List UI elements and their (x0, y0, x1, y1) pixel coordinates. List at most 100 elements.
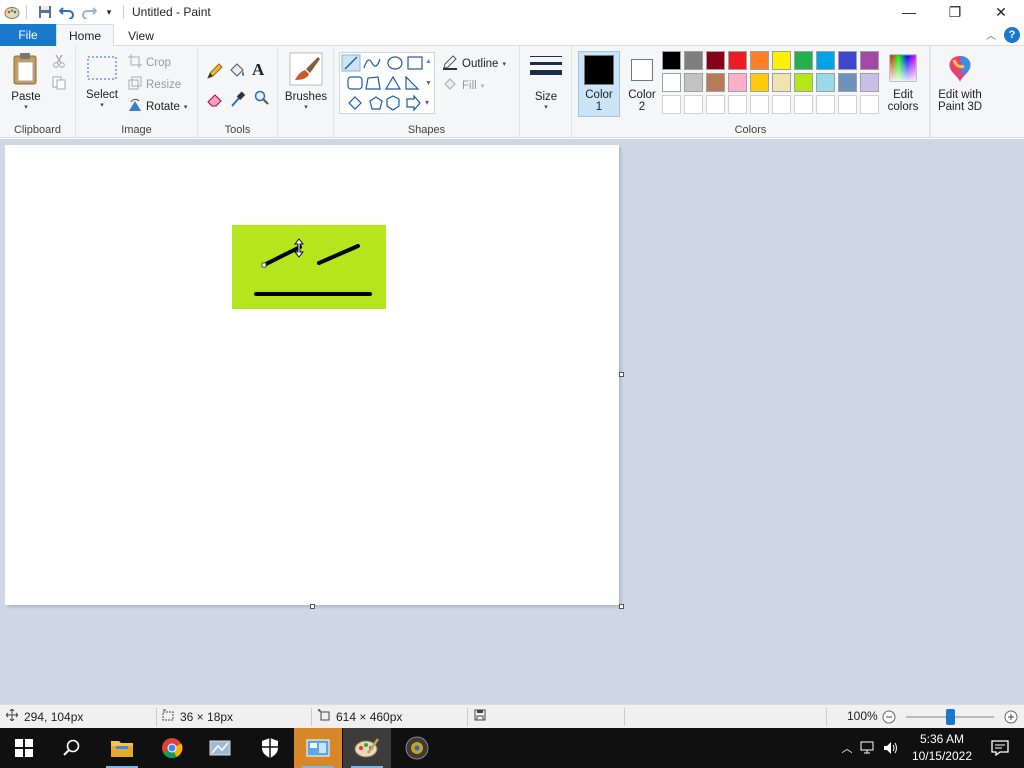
custom-color-slot[interactable] (794, 95, 813, 114)
paste-button[interactable]: Paste ▾ (6, 52, 46, 111)
magnifier-icon[interactable] (254, 90, 270, 106)
custom-color-slot[interactable] (684, 95, 703, 114)
customize-quick-access-icon[interactable]: ▾ (101, 4, 117, 20)
crop-button[interactable]: Crop (128, 54, 171, 71)
custom-color-slot[interactable] (816, 95, 835, 114)
taskbar-security[interactable] (246, 728, 294, 768)
save-icon[interactable] (37, 4, 53, 20)
taskbar-app-3[interactable] (196, 728, 244, 768)
palette-swatch[interactable] (816, 51, 835, 70)
size-button[interactable]: Size ▾ (526, 54, 566, 111)
color-picker-icon[interactable] (230, 90, 246, 108)
show-hidden-icons-icon[interactable]: ︿ (838, 740, 856, 756)
outline-button[interactable]: Outline ▾ (442, 54, 506, 73)
rotate-button[interactable]: Rotate ▾ (128, 98, 187, 115)
divider (156, 708, 157, 726)
pencil-icon[interactable] (206, 62, 224, 80)
custom-color-slot[interactable] (860, 95, 879, 114)
taskbar-control-panel[interactable] (294, 728, 342, 768)
crop-icon (128, 54, 142, 71)
copy-icon[interactable] (52, 76, 66, 90)
palette-swatch[interactable] (860, 73, 879, 92)
rotate-label: Rotate (146, 100, 180, 113)
taskbar-paint[interactable] (343, 728, 391, 768)
palette-swatch[interactable] (662, 51, 681, 70)
collapse-ribbon-icon[interactable]: ︿ (986, 27, 996, 42)
search-button[interactable] (48, 728, 96, 768)
custom-color-slot[interactable] (772, 95, 791, 114)
palette-swatch[interactable] (860, 51, 879, 70)
resize-icon (128, 76, 142, 93)
edit-colors-button[interactable]: Edit colors (882, 54, 924, 113)
palette-swatch[interactable] (662, 73, 681, 92)
custom-color-slot[interactable] (728, 95, 747, 114)
start-button[interactable] (0, 728, 48, 768)
zoom-slider-thumb[interactable] (946, 709, 955, 725)
palette-swatch[interactable] (684, 51, 703, 70)
tools-group-label: Tools (224, 124, 251, 136)
palette-swatch[interactable] (838, 73, 857, 92)
text-tool-icon[interactable]: A (252, 60, 264, 80)
redo-icon[interactable] (81, 4, 97, 20)
dropdown-arrow-icon: ▾ (544, 104, 548, 111)
tab-file[interactable]: File (0, 24, 56, 46)
drawing-canvas[interactable] (5, 145, 619, 605)
custom-color-slot[interactable] (838, 95, 857, 114)
tab-view[interactable]: View (118, 24, 164, 47)
network-icon[interactable] (856, 741, 880, 755)
cut-icon[interactable] (52, 54, 66, 68)
gallery-scroll-up-icon[interactable]: ▲ (425, 58, 432, 65)
zoom-in-button[interactable] (1004, 710, 1018, 724)
select-button[interactable]: Select ▾ (82, 54, 122, 109)
taskbar-file-explorer[interactable] (98, 728, 146, 768)
canvas-resize-handle-bottom[interactable] (310, 604, 315, 609)
file-size (474, 709, 486, 724)
undo-icon[interactable] (59, 4, 75, 20)
custom-color-slot[interactable] (750, 95, 769, 114)
clock[interactable]: 5:36 AM 10/15/2022 (912, 731, 972, 765)
canvas-resize-handle-right[interactable] (619, 372, 624, 377)
taskbar-chrome[interactable] (148, 728, 196, 768)
close-button[interactable]: ✕ (978, 0, 1024, 24)
help-icon[interactable]: ? (1004, 27, 1020, 43)
palette-swatch[interactable] (794, 51, 813, 70)
edit-with-paint3d-button[interactable]: Edit with Paint 3D (934, 54, 986, 113)
palette-swatch[interactable] (728, 51, 747, 70)
custom-color-slot[interactable] (706, 95, 725, 114)
gallery-expand-icon[interactable]: ▾ (425, 98, 429, 107)
palette-swatch[interactable] (750, 51, 769, 70)
gallery-scroll-down-icon[interactable]: ▼ (425, 80, 432, 87)
palette-swatch[interactable] (728, 73, 747, 92)
shapes-group: ▲ ▼ ▾ Outline ▾ Fill ▾ Shapes (334, 46, 520, 138)
divider (467, 708, 468, 726)
tab-home[interactable]: Home (56, 24, 114, 47)
palette-swatch[interactable] (706, 73, 725, 92)
palette-swatch[interactable] (772, 51, 791, 70)
palette-swatch[interactable] (750, 73, 769, 92)
volume-icon[interactable] (880, 741, 902, 755)
maximize-button[interactable]: ❐ (932, 0, 978, 24)
brushes-button[interactable]: Brushes ▾ (284, 52, 328, 111)
paint-app-icon[interactable] (4, 4, 20, 20)
minimize-button[interactable]: — (886, 0, 932, 24)
palette-swatch[interactable] (816, 73, 835, 92)
color1-button[interactable]: Color 1 (578, 51, 620, 117)
custom-color-slot[interactable] (662, 95, 681, 114)
palette-swatch[interactable] (838, 51, 857, 70)
zoom-out-button[interactable] (882, 710, 896, 724)
palette-swatch[interactable] (772, 73, 791, 92)
colors-group-label: Colors (734, 124, 767, 136)
canvas-resize-handle-corner[interactable] (619, 604, 624, 609)
color2-button[interactable]: Color 2 (622, 51, 662, 113)
palette-swatch[interactable] (794, 73, 813, 92)
edit-colors-label-1: Edit (893, 89, 913, 101)
canvas-workspace[interactable] (0, 139, 1024, 704)
palette-swatch[interactable] (684, 73, 703, 92)
palette-swatch[interactable] (706, 51, 725, 70)
fill-button[interactable]: Fill ▾ (442, 76, 484, 95)
resize-button[interactable]: Resize (128, 76, 181, 93)
fill-bucket-icon[interactable] (228, 62, 246, 80)
notifications-button[interactable] (976, 728, 1024, 768)
taskbar-app-8[interactable] (393, 728, 441, 768)
eraser-icon[interactable] (206, 90, 224, 108)
